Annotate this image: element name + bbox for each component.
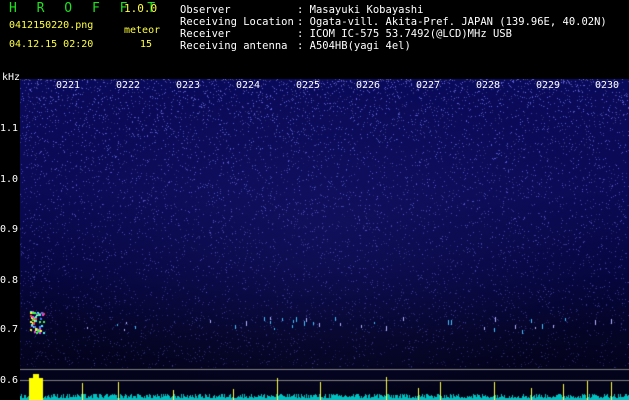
- x-tick-label: 0225: [296, 80, 321, 91]
- spectrogram: [20, 79, 629, 400]
- y-tick-label: 1.0: [0, 174, 19, 185]
- receiver-label: Receiver: [180, 28, 231, 40]
- date-time: 04.12.15 02:20: [9, 39, 94, 50]
- x-tick-label: 0221: [56, 80, 81, 91]
- x-tick-label: 0223: [176, 80, 201, 91]
- location-label: Receiving Location: [180, 16, 294, 28]
- meteor-count: 15: [140, 39, 153, 50]
- hrofft-window: { "header": { "app_name": "H R O F F T",…: [0, 0, 629, 400]
- app-version: 1.0.0: [124, 2, 158, 15]
- observer-value: : Masayuki Kobayashi: [297, 4, 424, 16]
- antenna-label: Receiving antenna: [180, 40, 288, 52]
- y-axis-unit: kHz: [2, 72, 21, 83]
- antenna-value: : A504HB(yagi 4el): [297, 40, 411, 52]
- file-name: 0412150220.png: [9, 20, 94, 31]
- x-tick-label: 0226: [356, 80, 381, 91]
- observer-label: Observer: [180, 4, 231, 16]
- location-value: : Ogata-vill. Akita-Pref. JAPAN (139.96E…: [297, 16, 607, 28]
- x-tick-label: 0230: [595, 80, 620, 91]
- x-tick-label: 0229: [536, 80, 561, 91]
- receiver-value: : ICOM IC-575 53.7492(@LCD)MHz USB: [297, 28, 512, 40]
- x-tick-label: 0224: [236, 80, 261, 91]
- y-tick-label: 0.8: [0, 275, 19, 286]
- y-tick-label: 1.1: [0, 123, 19, 134]
- meteor-label: meteor: [124, 25, 161, 36]
- y-tick-label: 0.9: [0, 224, 19, 235]
- spectrogram-noise: [20, 79, 629, 400]
- x-tick-label: 0227: [416, 80, 441, 91]
- x-tick-label: 0222: [116, 80, 141, 91]
- x-tick-label: 0228: [476, 80, 501, 91]
- y-tick-label: 0.6: [0, 375, 19, 386]
- y-tick-label: 0.7: [0, 324, 19, 335]
